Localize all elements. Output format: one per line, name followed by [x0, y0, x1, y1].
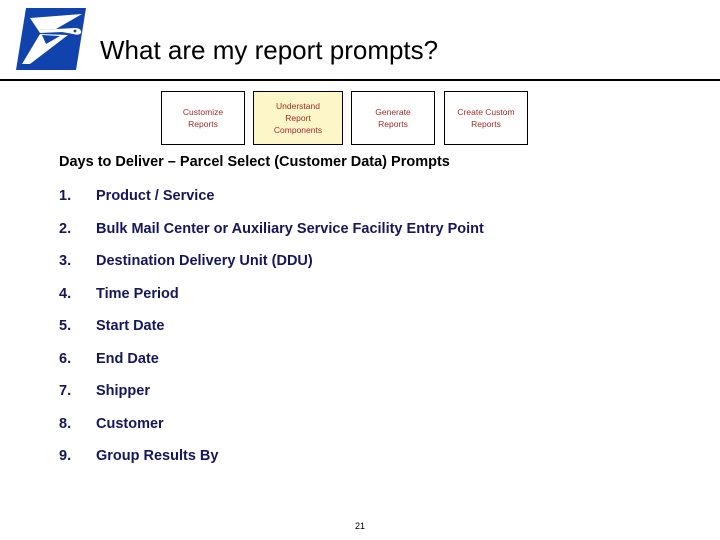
- list-item-number: 5.: [59, 318, 72, 334]
- list-item: 4. Time Period: [59, 286, 699, 319]
- tab-line: Components: [273, 125, 323, 135]
- list-item: 8. Customer: [59, 416, 699, 449]
- slide-header: What are my report prompts?: [0, 0, 720, 81]
- list-item-label: Group Results By: [96, 448, 219, 464]
- list-item-label: Shipper: [96, 383, 150, 399]
- tab-create-custom-reports-label: Create Custom Reports: [454, 106, 517, 130]
- tab-understand-report-components[interactable]: Understand Report Components: [253, 91, 343, 145]
- list-item-number: 1.: [59, 188, 72, 204]
- list-item: 3. Destination Delivery Unit (DDU): [59, 253, 699, 286]
- tab-line: Reports: [378, 119, 408, 129]
- list-item-number: 3.: [59, 253, 72, 269]
- tab-generate-reports-label: Generate Reports: [372, 106, 413, 130]
- prompt-list: 1. Product / Service 2. Bulk Mail Center…: [59, 188, 699, 481]
- tab-customize-reports[interactable]: Customize Reports: [161, 91, 245, 145]
- tab-line: Report: [285, 113, 311, 123]
- list-item-label: Product / Service: [96, 188, 215, 204]
- tab-line: Create Custom: [457, 107, 515, 117]
- list-item-number: 4.: [59, 285, 72, 302]
- list-item-label: Bulk Mail Center or Auxiliary Service Fa…: [96, 220, 484, 237]
- section-subtitle: Days to Deliver – Parcel Select (Custome…: [59, 154, 450, 170]
- header-divider-rule: [0, 79, 720, 81]
- list-item: 9. Group Results By: [59, 448, 699, 481]
- list-item: 6. End Date: [59, 351, 699, 384]
- tab-line: Understand: [276, 101, 320, 111]
- list-item: 7. Shipper: [59, 383, 699, 416]
- list-item-label: End Date: [96, 350, 159, 367]
- tab-understand-report-components-label: Understand Report Components: [271, 100, 325, 136]
- tab-create-custom-reports[interactable]: Create Custom Reports: [444, 91, 528, 145]
- list-item-number: 2.: [59, 220, 72, 237]
- list-item-label: Time Period: [96, 285, 179, 302]
- tab-line: Customize: [182, 107, 224, 117]
- list-item-label: Customer: [96, 415, 164, 432]
- tab-generate-reports[interactable]: Generate Reports: [351, 91, 435, 145]
- list-item-number: 8.: [59, 415, 72, 432]
- list-item: 5. Start Date: [59, 318, 699, 351]
- list-item-number: 6.: [59, 350, 72, 367]
- list-item-number: 7.: [59, 383, 72, 399]
- page-title: What are my report prompts?: [100, 35, 439, 65]
- tab-customize-reports-label: Customize Reports: [180, 106, 226, 130]
- usps-eagle-logo: [16, 8, 86, 70]
- list-item: 2. Bulk Mail Center or Auxiliary Service…: [59, 221, 699, 254]
- list-item-number: 9.: [59, 448, 72, 464]
- tab-line: Reports: [471, 119, 501, 129]
- page-number: 21: [354, 521, 365, 531]
- list-item-label: Start Date: [96, 318, 165, 334]
- tab-line: Reports: [188, 119, 218, 129]
- list-item: 1. Product / Service: [59, 188, 699, 221]
- list-item-label: Destination Delivery Unit (DDU): [96, 253, 313, 269]
- tab-line: Generate: [375, 107, 411, 117]
